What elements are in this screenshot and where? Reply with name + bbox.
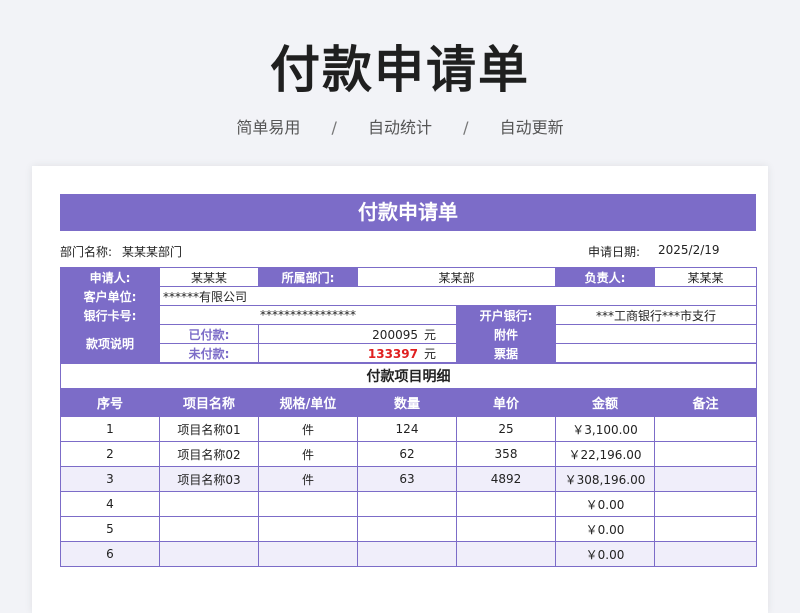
table-row: 4 ￥0.00 [60,491,757,517]
cell-note[interactable] [654,516,757,542]
cell-price[interactable] [456,516,556,542]
paid-cell[interactable]: 200095 元 [258,324,457,344]
paid-value: 200095 [372,327,418,342]
cell-price[interactable] [456,491,556,517]
table-row: 5 ￥0.00 [60,516,757,542]
cell-qty[interactable] [357,541,457,567]
dept2-label: 所属部门: [258,267,358,287]
cell-index[interactable]: 2 [60,441,160,467]
owner-value[interactable]: 某某某 [654,267,758,287]
attach-value[interactable] [555,324,758,344]
cell-spec[interactable] [258,491,358,517]
cell-amount[interactable]: ￥308,196.00 [555,466,655,492]
cell-qty[interactable] [357,491,457,517]
dept-value[interactable]: 某某某部门 [122,243,182,260]
card-value[interactable]: **************** [159,305,457,325]
page-title: 付款申请单 [270,41,530,99]
cell-note[interactable] [654,541,757,567]
date-value[interactable]: 2025/2/19 [658,243,720,257]
col-header-spec: 规格/单位 [258,388,358,417]
form-title: 付款申请单 [60,194,756,231]
cell-name[interactable]: 项目名称02 [159,441,259,467]
cell-note[interactable] [654,441,757,467]
cell-index[interactable]: 1 [60,416,160,442]
table-row: 6 ￥0.00 [60,541,757,567]
cell-price[interactable]: 4892 [456,466,556,492]
col-header-name: 项目名称 [159,388,259,417]
payment-form: 付款申请单 部门名称: 某某某部门 申请日期: 2025/2/19 申请人: 某… [60,194,758,567]
bank-value[interactable]: ***工商银行***市支行 [555,305,758,325]
col-header-note: 备注 [654,388,757,417]
payment-desc-label: 款项说明 [60,324,160,363]
cell-name[interactable] [159,541,259,567]
paid-label: 已付款: [159,324,259,344]
cell-amount[interactable]: ￥22,196.00 [555,441,655,467]
cell-qty[interactable]: 62 [357,441,457,467]
cell-note[interactable] [654,416,757,442]
cell-spec[interactable]: 件 [258,416,358,442]
date-label: 申请日期: [588,245,641,259]
table-row: 1 项目名称01 件 124 25 ￥3,100.00 [60,416,757,442]
cell-spec[interactable] [258,541,358,567]
dept2-value[interactable]: 某某部 [356,267,557,287]
card-label: 银行卡号: [60,305,160,325]
owner-label: 负责人: [555,267,656,287]
dept-label: 部门名称: [60,245,113,259]
tag-auto-update: 自动更新 [499,118,564,137]
client-label: 客户单位: [60,286,160,306]
unpaid-cell[interactable]: 133397 元 [258,343,457,363]
client-value[interactable]: ******有限公司 [158,286,758,306]
cell-price[interactable] [456,541,556,567]
cell-name[interactable] [159,516,259,542]
attach-label: 附件 [455,324,557,344]
cell-price[interactable]: 358 [456,441,556,467]
spreadsheet-card: 付款申请单 部门名称: 某某某部门 申请日期: 2025/2/19 申请人: 某… [32,166,768,613]
cell-note[interactable] [654,491,757,517]
cell-price[interactable]: 25 [456,416,556,442]
table-row: 3 项目名称03 件 63 4892 ￥308,196.00 [60,466,757,492]
cell-index[interactable]: 5 [60,516,160,542]
applicant-label: 申请人: [60,267,160,287]
feature-tags: 简单易用 / 自动统计 / 自动更新 [0,114,800,138]
applicant-value[interactable]: 某某某 [159,267,259,287]
tag-separator: / [463,118,469,137]
cell-note[interactable] [654,466,757,492]
cell-spec[interactable]: 件 [258,441,358,467]
cell-qty[interactable]: 63 [357,466,457,492]
tag-separator: / [331,118,337,137]
col-header-amount: 金额 [555,388,655,417]
unpaid-label: 未付款: [159,343,259,363]
bank-label: 开户银行: [455,305,557,325]
tag-easy: 简单易用 [236,118,301,137]
detail-title: 付款项目明细 [60,363,757,389]
col-header-qty: 数量 [357,388,457,417]
tag-auto-stat: 自动统计 [367,118,432,137]
cell-amount[interactable]: ￥0.00 [555,491,655,517]
info-table: 申请人: 某某某 所属部门: 某某部 负责人: 某某某 客户单位: ******… [60,267,758,363]
col-header-price: 单价 [456,388,556,417]
cell-spec[interactable]: 件 [258,466,358,492]
cell-index[interactable]: 6 [60,541,160,567]
unpaid-value: 133397 [367,346,418,361]
paid-unit: 元 [423,327,436,342]
col-header-index: 序号 [60,388,160,417]
cell-amount[interactable]: ￥0.00 [555,541,655,567]
table-row: 2 项目名称02 件 62 358 ￥22,196.00 [60,441,757,467]
cell-qty[interactable] [357,516,457,542]
cell-amount[interactable]: ￥0.00 [555,516,655,542]
unpaid-unit: 元 [423,346,436,361]
cell-index[interactable]: 4 [60,491,160,517]
form-meta-row: 部门名称: 某某某部门 申请日期: 2025/2/19 [60,231,756,267]
receipt-label: 票据 [455,343,557,363]
detail-table: 付款项目明细 序号 项目名称 规格/单位 数量 单价 金额 备注 1 项目名称0… [60,363,757,567]
cell-amount[interactable]: ￥3,100.00 [555,416,655,442]
cell-name[interactable] [159,491,259,517]
cell-qty[interactable]: 124 [357,416,457,442]
detail-header-row: 序号 项目名称 规格/单位 数量 单价 金额 备注 [60,388,757,417]
cell-spec[interactable] [258,516,358,542]
cell-name[interactable]: 项目名称01 [159,416,259,442]
receipt-value[interactable] [555,343,758,363]
cell-name[interactable]: 项目名称03 [159,466,259,492]
cell-index[interactable]: 3 [60,466,160,492]
